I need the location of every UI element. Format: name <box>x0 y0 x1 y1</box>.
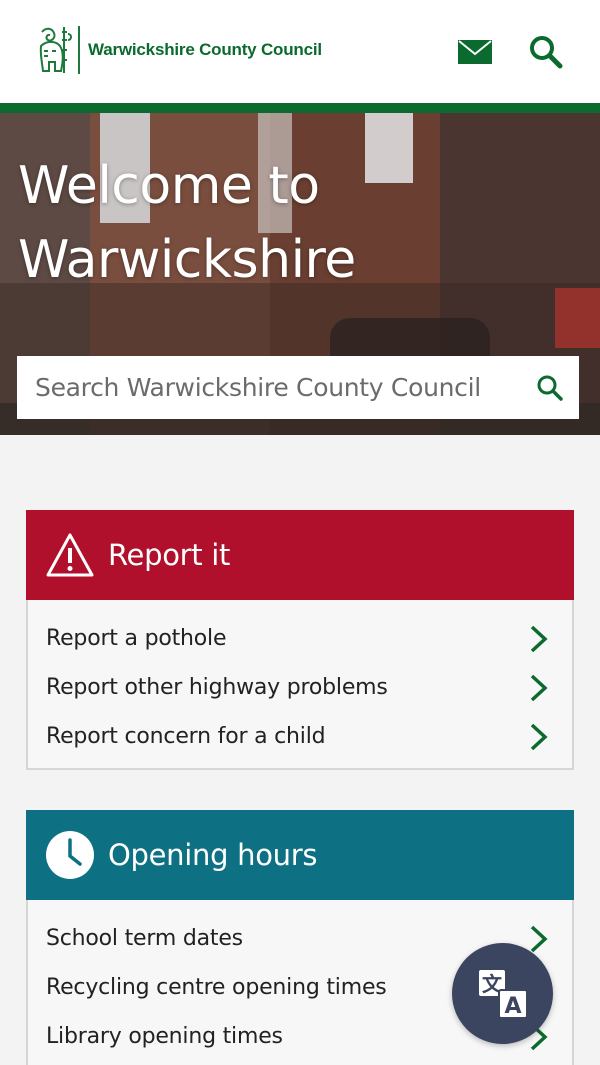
list-item-label: Report concern for a child <box>46 724 326 749</box>
envelope-icon[interactable] <box>457 34 493 70</box>
list-item-label: School term dates <box>46 926 243 951</box>
site-search-box <box>17 356 579 419</box>
chevron-right-icon <box>530 723 548 750</box>
list-item-label: Recycling centre opening times <box>46 975 387 1000</box>
hero-title: Welcome to Warwickshire <box>18 156 356 290</box>
opening-hours-title: Opening hours <box>108 838 318 872</box>
search-submit-icon[interactable] <box>535 373 565 403</box>
hero-banner: Welcome to Warwickshire <box>0 113 600 435</box>
header-accent-bar <box>0 103 600 113</box>
search-icon[interactable] <box>528 34 564 70</box>
report-highway-problems-link[interactable]: Report other highway problems <box>28 663 572 712</box>
bear-and-staff-logo-icon <box>39 27 72 73</box>
list-item-label: Library opening times <box>46 1024 283 1049</box>
report-pothole-link[interactable]: Report a pothole <box>28 614 572 663</box>
council-name: Warwickshire County Council <box>88 40 322 59</box>
report-it-card: Report it Report a pothole Report other … <box>26 510 574 770</box>
svg-text:A: A <box>504 994 521 1019</box>
council-logo[interactable]: Warwickshire County Council <box>36 24 322 76</box>
translate-icon: 文 A <box>478 969 528 1019</box>
report-it-header: Report it <box>26 510 574 600</box>
logo-divider <box>78 26 80 74</box>
site-search-input[interactable] <box>35 373 535 402</box>
warning-triangle-icon <box>44 529 96 581</box>
report-it-title: Report it <box>108 538 231 572</box>
chevron-right-icon <box>530 925 548 952</box>
translate-button[interactable]: 文 A <box>452 943 553 1044</box>
report-it-list: Report a pothole Report other highway pr… <box>28 600 572 761</box>
opening-hours-header: Opening hours <box>26 810 574 900</box>
chevron-right-icon <box>530 674 548 701</box>
site-header: Warwickshire County Council <box>0 0 600 103</box>
report-child-concern-link[interactable]: Report concern for a child <box>28 712 572 761</box>
list-item-label: Report a pothole <box>46 626 227 651</box>
list-item-label: Report other highway problems <box>46 675 388 700</box>
clock-icon <box>44 829 96 881</box>
chevron-right-icon <box>530 625 548 652</box>
